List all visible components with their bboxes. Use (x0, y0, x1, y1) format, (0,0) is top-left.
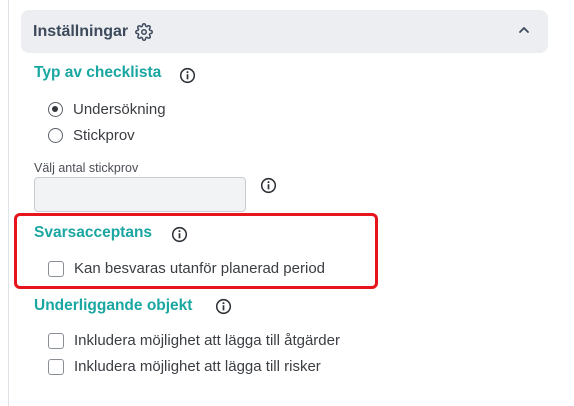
radio-button-selected[interactable] (48, 102, 63, 117)
info-icon[interactable] (215, 298, 232, 315)
checkbox[interactable] (48, 260, 64, 277)
settings-header[interactable]: Inställningar (21, 10, 548, 53)
checkbox[interactable] (48, 358, 64, 375)
checkbox-include-risks[interactable]: Inkludera möjlighet att lägga till riske… (48, 358, 321, 375)
response-acceptance-title: Svarsacceptans (34, 224, 153, 241)
info-icon[interactable] (171, 226, 188, 243)
checkbox-include-actions[interactable]: Inkludera möjlighet att lägga till åtgär… (48, 332, 340, 349)
radio-button[interactable] (48, 128, 63, 143)
checklist-type-title: Typ av checklista (34, 64, 162, 81)
info-icon[interactable] (179, 67, 196, 84)
radio-undersokning[interactable]: Undersökning (48, 101, 166, 118)
radio-label: Stickprov (73, 127, 135, 144)
checkbox-label: Inkludera möjlighet att lägga till åtgär… (74, 332, 340, 349)
gear-icon (135, 22, 154, 41)
settings-panel: Inställningar Typ av checklista Undersök… (9, 0, 574, 406)
info-icon[interactable] (260, 177, 277, 194)
checkbox-label: Kan besvaras utanför planerad period (74, 260, 326, 277)
radio-stickprov[interactable]: Stickprov (48, 127, 135, 144)
chevron-up-icon[interactable] (517, 23, 531, 37)
left-panel-edge (0, 0, 9, 406)
underlying-objects-title: Underliggande objekt (34, 297, 193, 314)
checkbox-label: Inkludera möjlighet att lägga till riske… (74, 358, 321, 375)
settings-title: Inställningar (33, 22, 129, 40)
checkbox-outside-period[interactable]: Kan besvaras utanför planerad period (48, 260, 325, 277)
checkbox[interactable] (48, 332, 64, 349)
radio-label: Undersökning (73, 101, 166, 118)
sample-count-label: Välj antal stickprov (34, 161, 139, 175)
sample-count-input[interactable] (34, 177, 246, 212)
